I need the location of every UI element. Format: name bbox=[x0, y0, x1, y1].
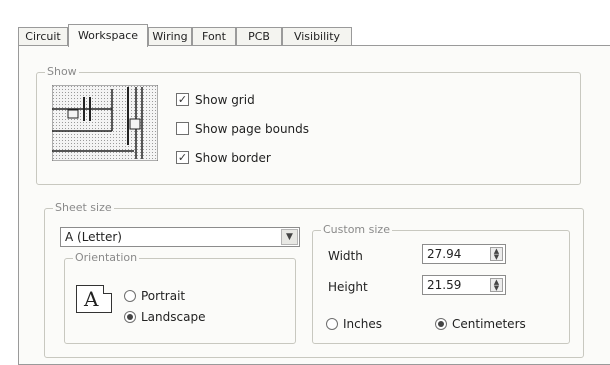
width-spinbox[interactable]: 27.94 ▲ ▼ bbox=[422, 244, 506, 264]
centimeters-radio-button[interactable] bbox=[435, 318, 447, 330]
height-spinbox[interactable]: 21.59 ▲ ▼ bbox=[422, 275, 506, 295]
custom-size-legend: Custom size bbox=[321, 223, 392, 236]
show-border-label: Show border bbox=[195, 151, 271, 165]
height-value[interactable]: 21.59 bbox=[427, 278, 461, 292]
show-border-check[interactable]: ✓ bbox=[176, 151, 189, 164]
tab-workspace[interactable]: Workspace bbox=[68, 24, 148, 47]
landscape-page-icon: A bbox=[76, 285, 112, 313]
orientation-legend: Orientation bbox=[73, 251, 140, 264]
tab-pcb[interactable]: PCB bbox=[236, 27, 282, 45]
show-page-bounds-check[interactable] bbox=[176, 122, 189, 135]
tab-circuit[interactable]: Circuit bbox=[18, 27, 68, 45]
tab-visibility[interactable]: Visibility bbox=[282, 27, 352, 45]
centimeters-label: Centimeters bbox=[452, 317, 526, 331]
width-label: Width bbox=[328, 249, 363, 263]
show-group-legend: Show bbox=[45, 65, 79, 78]
width-spin-icon[interactable]: ▲ ▼ bbox=[490, 247, 503, 261]
grid-preview-icon bbox=[52, 85, 158, 161]
show-grid-check[interactable]: ✓ bbox=[176, 93, 189, 106]
page-corner-fold bbox=[103, 285, 112, 294]
chevron-down-icon[interactable]: ▼ bbox=[281, 229, 298, 245]
sheet-size-value: A (Letter) bbox=[65, 230, 122, 244]
show-grid-label: Show grid bbox=[195, 93, 255, 107]
landscape-label: Landscape bbox=[141, 310, 206, 324]
height-label: Height bbox=[328, 280, 368, 294]
portrait-radio-button[interactable] bbox=[124, 290, 136, 302]
page-icon-letter: A bbox=[84, 287, 99, 311]
options-dialog: Circuit Workspace Wiring Font PCB Visibi… bbox=[0, 0, 610, 365]
inches-radio-button[interactable] bbox=[326, 318, 338, 330]
height-spin-icon[interactable]: ▲ ▼ bbox=[490, 278, 503, 292]
tab-wiring[interactable]: Wiring bbox=[148, 27, 192, 45]
sheet-size-select[interactable]: A (Letter) ▼ bbox=[60, 227, 300, 247]
width-value[interactable]: 27.94 bbox=[427, 247, 461, 261]
show-page-bounds-label: Show page bounds bbox=[195, 122, 310, 136]
sheet-size-legend: Sheet size bbox=[53, 201, 114, 214]
tab-font[interactable]: Font bbox=[192, 27, 236, 45]
inches-label: Inches bbox=[343, 317, 382, 331]
landscape-radio-button[interactable] bbox=[124, 311, 136, 323]
portrait-label: Portrait bbox=[141, 289, 186, 303]
